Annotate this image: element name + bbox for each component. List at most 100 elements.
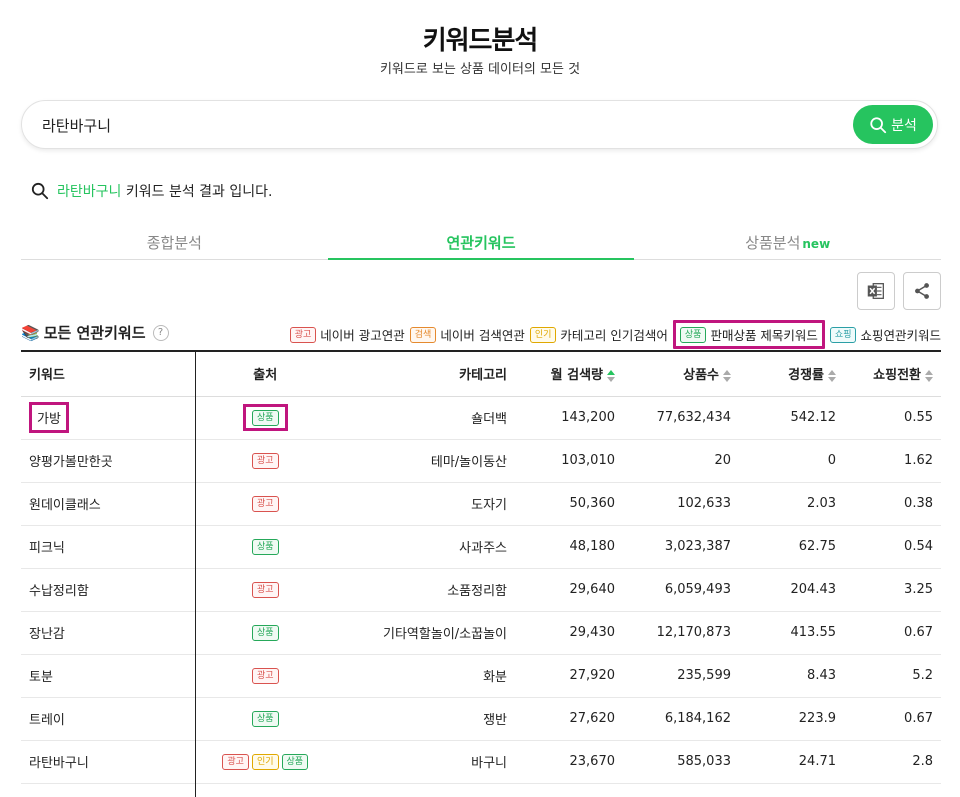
row-keyword[interactable]: 라탄바구니 (21, 740, 196, 783)
excel-export-button[interactable] (857, 272, 895, 310)
col-monthly-search[interactable]: 월 검색량 (517, 351, 623, 396)
table-row[interactable]: 장난감 상품 기타역할놀이/소꿉놀이 29,430 12,170,873 413… (21, 611, 941, 654)
row-category: 쟁반 (483, 713, 507, 728)
row-product-count: 6,184,162 (664, 711, 731, 726)
books-icon: 📚 (21, 323, 40, 342)
row-category: 테마/놀이동산 (430, 455, 507, 470)
analyze-button-label: 분석 (891, 117, 917, 134)
row-keyword[interactable]: 장난감 (21, 611, 196, 654)
col-source: 출처 (253, 368, 278, 384)
help-icon[interactable]: ? (152, 324, 169, 341)
row-category: 도자기 (471, 498, 507, 513)
row-keyword[interactable]: 수납정리함 (21, 568, 196, 611)
row-product-count: 585,033 (677, 754, 731, 769)
source-legend: 광고 네이버 광고연관 검색 네이버 검색연관 인기 카테고리 인기검색어 상품 판매상… (289, 320, 941, 349)
section-header: 📚 모든 연관키워드 ? 광고 네이버 광고연관 검색 네이버 검색연관 인기 카테고… (21, 320, 941, 349)
badge-ad: 광고 (289, 326, 317, 343)
row-conversion: 0.54 (904, 539, 933, 554)
table-row[interactable]: 트레이 상품 쟁반 27,620 6,184,162 223.9 0.67 (21, 697, 941, 740)
result-summary: 라탄바구니 키워드 분석 결과 입니다. (31, 181, 272, 201)
row-product-count: 77,632,434 (656, 410, 731, 425)
badge-ad: 광고 (251, 452, 279, 469)
analyze-button[interactable]: 분석 (853, 105, 933, 144)
legend-item-shopping: 쇼핑 쇼핑연관키워드 (829, 325, 941, 344)
row-conversion: 0.38 (904, 496, 933, 511)
row-category: 화분 (483, 670, 507, 685)
row-search-volume: 27,620 (569, 711, 616, 726)
keyword-table: 키워드 출처 카테고리 월 검색량 상품수 경쟁률 쇼핑전환 가방 상품 숄더백… (21, 350, 941, 797)
row-competition: 413.55 (790, 625, 837, 640)
legend-item-ad: 광고 네이버 광고연관 (289, 325, 405, 344)
row-search-volume: 27,920 (569, 668, 616, 683)
row-product-count: 20 (714, 453, 731, 468)
badge-product: 상품 (251, 710, 279, 727)
search-box: 분석 (21, 100, 938, 149)
row-conversion: 1.62 (904, 453, 933, 468)
badge-ad: 광고 (251, 581, 279, 598)
row-category: 기타역할놀이/소꿉놀이 (383, 627, 507, 642)
badge-product: 상품 (281, 753, 309, 770)
row-keyword[interactable]: 가방 (29, 402, 69, 433)
row-keyword[interactable]: 피크닉 (21, 525, 196, 568)
badge-shopping: 쇼핑 (829, 326, 857, 343)
page-title: 키워드분석 (422, 26, 539, 56)
table-row[interactable]: 토분 광고 화분 27,920 235,599 8.43 5.2 (21, 654, 941, 697)
row-product-count: 3,023,387 (664, 539, 731, 554)
table-row[interactable]: 라탄바구니 광고 인기 상품 바구니 23,670 585,033 24.71 2.… (21, 740, 941, 783)
sort-icon[interactable] (828, 369, 836, 382)
row-competition: 542.12 (790, 410, 837, 425)
tab-related-keywords[interactable]: 연관키워드 (327, 226, 635, 260)
search-icon (870, 116, 887, 133)
badge-product: 상품 (251, 624, 279, 641)
legend-item-product: 상품 판매상품 제목키워드 (672, 320, 825, 349)
legend-item-popular: 인기 카테고리 인기검색어 (529, 325, 668, 344)
row-competition: 2.03 (807, 496, 836, 511)
badge-popular: 인기 (251, 753, 279, 770)
row-keyword[interactable]: 양평가볼만한곳 (21, 439, 196, 482)
tab-overview[interactable]: 종합분석 (21, 226, 328, 259)
col-product-count[interactable]: 상품수 (623, 351, 739, 396)
col-competition[interactable]: 경쟁률 (739, 351, 844, 396)
col-keyword: 키워드 (21, 351, 196, 396)
row-competition: 204.43 (790, 582, 837, 597)
table-row[interactable]: 원데이클래스 광고 도자기 50,360 102,633 2.03 0.38 (21, 482, 941, 525)
row-category: 사과주스 (459, 541, 507, 556)
sort-icon[interactable] (607, 369, 615, 382)
row-product-count: 235,599 (677, 668, 731, 683)
table-row[interactable]: 양평가볼만한곳 광고 테마/놀이동산 103,010 20 0 1.62 (21, 439, 941, 482)
tab-product-analysis[interactable]: 상품분석 new (634, 226, 941, 259)
row-conversion: 2.8 (912, 754, 933, 769)
col-category: 카테고리 (459, 368, 507, 384)
row-product-count: 6,059,493 (664, 582, 731, 597)
analysis-tabs: 종합분석 연관키워드 상품분석 new (21, 226, 941, 260)
share-button[interactable] (903, 272, 941, 310)
table-row[interactable]: 가방 상품 숄더백 143,200 77,632,434 542.12 0.55 (21, 396, 941, 439)
section-title: 📚 모든 연관키워드 ? (21, 322, 169, 343)
row-competition: 223.9 (798, 711, 836, 726)
row-search-volume: 48,180 (569, 539, 616, 554)
row-competition: 62.75 (798, 539, 836, 554)
search-input[interactable] (42, 113, 822, 137)
share-icon (915, 283, 929, 299)
row-competition: 8.43 (807, 668, 836, 683)
row-category: 숄더백 (471, 412, 507, 427)
badge-product: 상품 (679, 326, 707, 343)
sort-icon[interactable] (723, 369, 731, 382)
row-search-volume: 143,200 (561, 410, 615, 425)
row-search-volume: 29,640 (569, 582, 616, 597)
badge-ad: 광고 (222, 753, 249, 770)
table-row[interactable]: 수납정리함 광고 소품정리함 29,640 6,059,493 204.43 3… (21, 568, 941, 611)
row-keyword[interactable]: 트레이 (21, 697, 196, 740)
row-product-count: 102,633 (677, 496, 731, 511)
row-keyword[interactable]: 토분 (21, 654, 196, 697)
table-row (21, 783, 941, 797)
row-keyword[interactable]: 원데이클래스 (21, 482, 196, 525)
badge-product: 상품 (251, 410, 279, 426)
sort-icon[interactable] (925, 369, 933, 382)
table-row[interactable]: 피크닉 상품 사과주스 48,180 3,023,387 62.75 0.54 (21, 525, 941, 568)
result-text: 키워드 분석 결과 입니다. (125, 184, 273, 200)
col-conversion[interactable]: 쇼핑전환 (844, 351, 941, 396)
search-icon (31, 182, 49, 200)
legend-item-search: 검색 네이버 검색연관 (409, 325, 525, 344)
excel-icon (867, 283, 884, 299)
